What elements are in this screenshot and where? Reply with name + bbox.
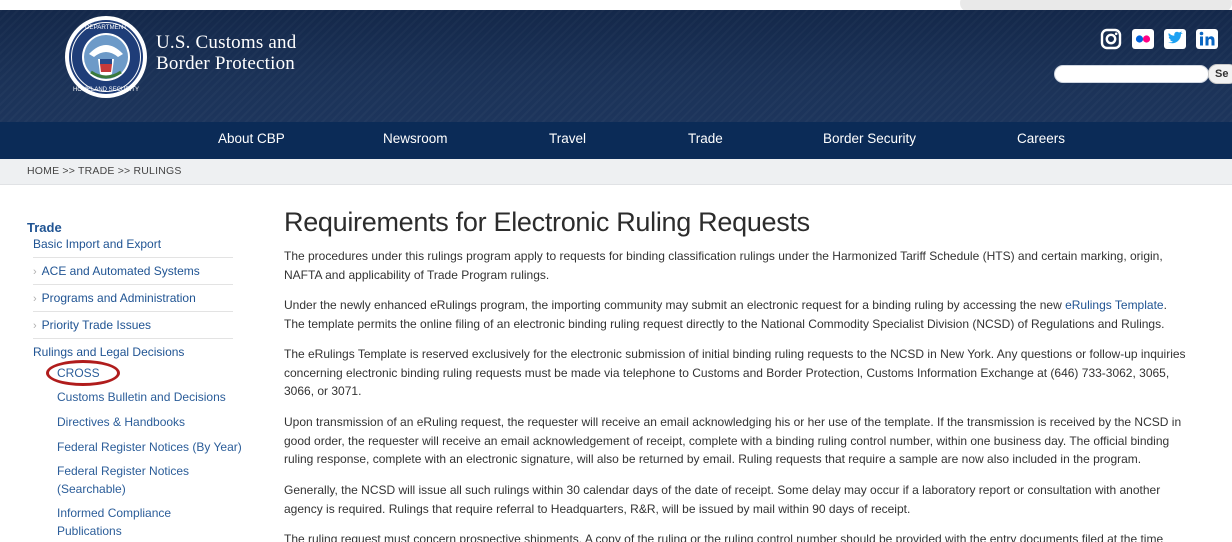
chevron-right-icon: › — [33, 266, 37, 278]
brand-line-2: Border Protection — [156, 53, 296, 74]
breadcrumb: HOME >> TRADE >> RULINGS — [0, 159, 1232, 185]
top-strip — [0, 0, 1232, 12]
search-button[interactable]: Se — [1208, 64, 1232, 84]
sidebar-subitem-informed-compliance-line1[interactable]: Informed Compliance — [57, 506, 171, 520]
nav-item-border-security[interactable]: Border Security — [823, 122, 916, 159]
paragraph-line: agency is required. Rulings that require… — [284, 501, 911, 516]
sidebar-item-label: Programs and Administration — [41, 291, 196, 305]
paragraph-3: The eRulings Template is reserved exclus… — [284, 345, 1224, 401]
cross-highlight-oval — [46, 360, 120, 386]
paragraph-line: good order, the requester will receive a… — [284, 433, 1170, 448]
sidebar-heading[interactable]: Trade — [27, 220, 62, 235]
flickr-icon[interactable] — [1132, 28, 1154, 50]
sidebar-divider — [33, 338, 233, 339]
paragraph-5: Generally, the NCSD will issue all such … — [284, 481, 1224, 518]
paragraph-line: Upon transmission of an eRuling request,… — [284, 415, 1182, 429]
paragraph-6: The ruling request must concern prospect… — [284, 530, 1224, 542]
sidebar-divider — [33, 257, 233, 258]
sidebar-item-priority-trade[interactable]: › Priority Trade Issues — [33, 318, 151, 332]
paragraph-4: Upon transmission of an eRuling request,… — [284, 413, 1224, 469]
sidebar-item-label: ACE and Automated Systems — [41, 264, 200, 278]
sidebar-subitem-fed-register-search-line1[interactable]: Federal Register Notices — [57, 464, 189, 478]
paragraph-line: The template permits the online filing o… — [284, 316, 1165, 331]
paragraph-text: Under the newly enhanced eRulings progra… — [284, 298, 1066, 312]
sidebar-subitem-fed-register-search-line2[interactable]: (Searchable) — [57, 482, 126, 496]
chevron-right-icon: › — [33, 293, 37, 305]
twitter-icon[interactable] — [1164, 28, 1186, 50]
sidebar-item-rulings[interactable]: Rulings and Legal Decisions — [33, 345, 184, 359]
sidebar-item-programs[interactable]: › Programs and Administration — [33, 291, 196, 305]
paragraph-line: Under the newly enhanced eRulings progra… — [284, 296, 1224, 315]
chevron-right-icon: › — [33, 320, 37, 332]
page-title: Requirements for Electronic Ruling Reque… — [284, 207, 810, 237]
erulings-template-link[interactable]: eRulings Template — [1065, 298, 1164, 312]
nav-item-trade[interactable]: Trade — [688, 122, 723, 159]
sidebar-divider — [33, 284, 233, 285]
sidebar-item-basic-import-export[interactable]: Basic Import and Export — [33, 237, 161, 251]
sidebar-item-ace[interactable]: › ACE and Automated Systems — [33, 264, 200, 278]
instagram-icon[interactable] — [1100, 28, 1122, 50]
paragraph-1: The procedures under this rulings progra… — [284, 247, 1224, 284]
sidebar-subitem-customs-bulletin[interactable]: Customs Bulletin and Decisions — [57, 390, 226, 404]
sidebar-divider — [33, 311, 233, 312]
paragraph-line: concerning electronic binding ruling req… — [284, 365, 1170, 380]
nav-item-careers[interactable]: Careers — [1017, 122, 1065, 159]
sidebar-item-label: Priority Trade Issues — [41, 318, 152, 332]
linkedin-icon[interactable] — [1196, 28, 1218, 50]
breadcrumb-text[interactable]: HOME >> TRADE >> RULINGS — [27, 165, 182, 177]
sidebar-subitem-fed-register-year[interactable]: Federal Register Notices (By Year) — [57, 440, 242, 454]
social-links — [1100, 28, 1218, 52]
brand-line-1: U.S. Customs and — [156, 32, 297, 53]
paragraph-line: The eRulings Template is reserved exclus… — [284, 347, 1186, 361]
paragraph-line: The ruling request must concern prospect… — [284, 532, 1164, 542]
nav-item-travel[interactable]: Travel — [549, 122, 586, 159]
paragraph-line: 3066, or 3071. — [284, 384, 362, 398]
svg-text:DEPARTMENT: DEPARTMENT — [85, 24, 127, 31]
sidebar-subitem-informed-compliance-line2[interactable]: Publications — [57, 524, 122, 538]
paragraph-line: ruling response, complete with an electr… — [284, 452, 1142, 466]
paragraph-line: NAFTA and applicability of Trade Program… — [284, 267, 550, 282]
paragraph-2: Under the newly enhanced eRulings progra… — [284, 296, 1224, 333]
brand-name[interactable]: U.S. Customs and Border Protection — [156, 32, 296, 74]
paragraph-line: Generally, the NCSD will issue all such … — [284, 483, 1161, 497]
nav-item-newsroom[interactable]: Newsroom — [383, 122, 448, 159]
sidebar-subitem-directives[interactable]: Directives & Handbooks — [57, 415, 185, 429]
dhs-seal-icon[interactable]: DEPARTMENT HOMELAND SECURITY — [63, 14, 149, 100]
nav-item-about-cbp[interactable]: About CBP — [218, 122, 285, 159]
site-header: DEPARTMENT HOMELAND SECURITY U.S. Custom… — [0, 10, 1232, 122]
main-nav: About CBP Newsroom Travel Trade Border S… — [0, 122, 1232, 159]
paragraph-text: . — [1163, 298, 1167, 312]
search-input[interactable] — [1054, 65, 1209, 83]
paragraph-line: The procedures under this rulings progra… — [284, 249, 1163, 263]
svg-text:HOMELAND SECURITY: HOMELAND SECURITY — [73, 87, 139, 93]
